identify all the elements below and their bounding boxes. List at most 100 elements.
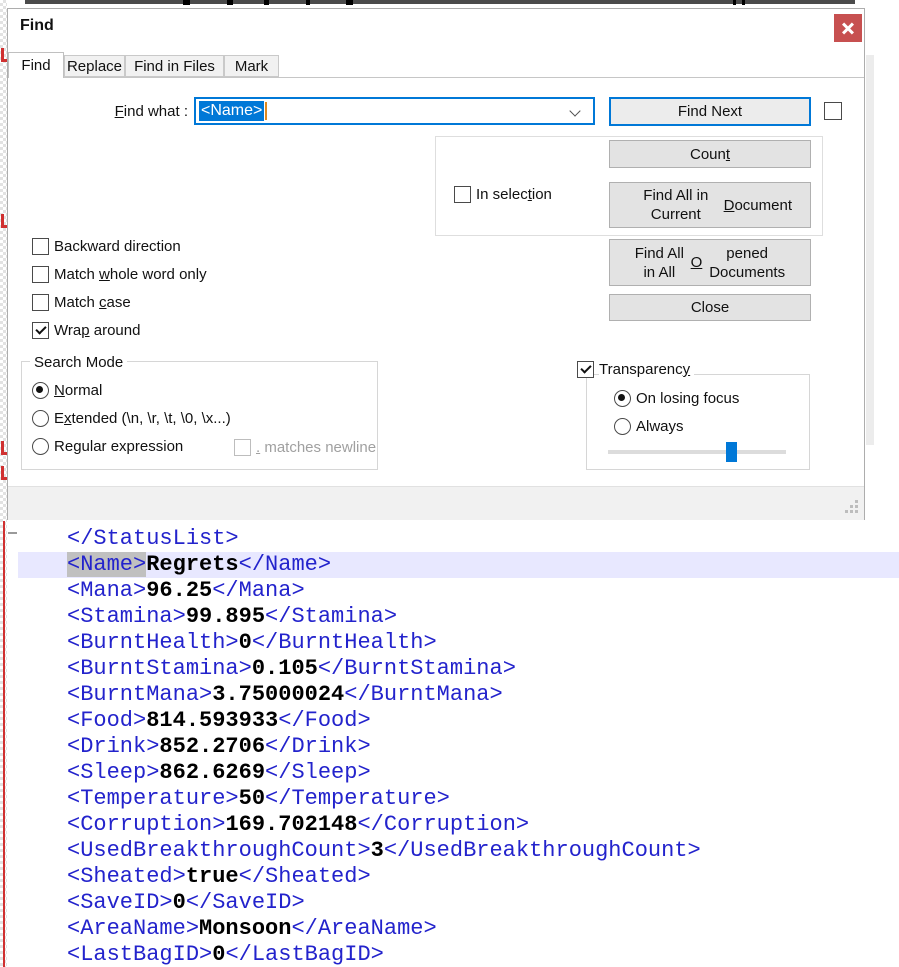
editor-line[interactable]: <BurntHealth>0</BurntHealth> (18, 630, 899, 656)
radio-circle (32, 382, 49, 399)
tab-find[interactable]: Find (8, 52, 64, 78)
screen: r> ;NQ </StatusList><Name>Regrets</Name>… (0, 0, 899, 967)
xml-tag: <Food> (67, 708, 147, 733)
editor-line[interactable]: <BurntStamina>0.105</BurntStamina> (18, 656, 899, 682)
search-mode-regular[interactable]: Regular expression (32, 438, 183, 460)
editor-line[interactable]: <Name>Regrets</Name> (18, 552, 899, 578)
editor-line[interactable]: <Corruption>169.702148</Corruption> (18, 812, 899, 838)
background-glyph (346, 0, 353, 5)
editor-lines: </StatusList> <Name>Regrets</Name> <Mana>9… (18, 526, 899, 967)
tab-replace[interactable]: Replace (64, 55, 125, 77)
matches-newline-checkbox[interactable]: . matches newline (234, 439, 376, 461)
search-mode-normal[interactable]: Normal (32, 382, 102, 404)
text-caret (265, 102, 268, 120)
xml-value: 0.105 (251, 656, 318, 681)
checkbox-box (454, 186, 471, 203)
find-what-combobox[interactable]: <Name> (194, 97, 595, 125)
xml-tag: <Drink> (67, 734, 160, 759)
xml-tag: </Sheated> (238, 864, 371, 889)
xml-tag: <Name> (67, 552, 147, 577)
find-dialog: Find Find Replace Find in Files Mark Find w… (7, 8, 865, 520)
checkbox-label: Wrap around (54, 322, 141, 339)
editor-line[interactable]: <UsedBreakthroughCount>3</UsedBreakthrou… (18, 838, 899, 864)
xml-tag: </SaveID> (185, 890, 305, 915)
editor-line[interactable]: <LastBagID>0</LastBagID> (18, 942, 899, 967)
xml-tag: <UsedBreakthroughCount> (67, 838, 371, 863)
editor-line[interactable]: <BurntMana>3.75000024</BurntMana> (18, 682, 899, 708)
editor-line[interactable]: <AreaName>Monsoon</AreaName> (18, 916, 899, 942)
xml-tag: </BurntHealth> (251, 630, 437, 655)
checkbox-label: . matches newline (256, 439, 377, 456)
xml-tag: </BurntMana> (344, 682, 503, 707)
xml-tag: <LastBagID> (67, 942, 213, 967)
xml-tag: <Sheated> (67, 864, 186, 889)
close-button[interactable] (834, 14, 862, 42)
xml-value: Monsoon (199, 916, 292, 941)
xml-value: 862.6269 (159, 760, 266, 785)
xml-tag: <Corruption> (67, 812, 226, 837)
xml-tag: <Temperature> (67, 786, 239, 811)
transparency-always[interactable]: Always (614, 418, 684, 440)
xml-tag: </Temperature> (265, 786, 450, 811)
option-backward-direction[interactable]: Backward direction (32, 238, 181, 260)
editor-line[interactable]: <Sheated>true</Sheated> (18, 864, 899, 890)
option-match-case[interactable]: Match case (32, 294, 131, 316)
transparency-slider-thumb[interactable] (725, 442, 737, 462)
red-annotation-line (3, 521, 5, 967)
find-all-opened-button[interactable]: Find All in All Opened Documents (609, 239, 811, 286)
combobox-selected-text: <Name> (199, 101, 265, 121)
editor-line[interactable]: </StatusList> (18, 526, 899, 552)
chevron-down-icon[interactable] (569, 105, 581, 117)
xml-tag: </Stamina> (265, 604, 398, 629)
xml-value: true (185, 864, 239, 889)
dialog-footer (8, 486, 864, 520)
radio-circle (32, 410, 49, 427)
resize-grip-icon[interactable] (855, 510, 858, 513)
checkbox-box (32, 294, 49, 311)
option-match-whole-word-only[interactable]: Match whole word only (32, 266, 207, 288)
tab-mark[interactable]: Mark (224, 55, 279, 77)
editor-line[interactable]: <Drink>852.2706</Drink> (18, 734, 899, 760)
xml-tag: </AreaName> (291, 916, 437, 941)
option-wrap-around[interactable]: Wrap around (32, 322, 140, 344)
search-mode-extended[interactable]: Extended (\n, \r, \t, \0, \x...) (32, 410, 231, 432)
background-glyph (264, 0, 269, 5)
tab-find-in-files[interactable]: Find in Files (125, 55, 224, 77)
checkbox-box (32, 322, 49, 339)
count-button[interactable]: Coun t (609, 140, 811, 168)
unlabeled-checkbox[interactable] (824, 102, 842, 120)
editor-line[interactable]: <Food>814.593933</Food> (18, 708, 899, 734)
checkbox-label: Match whole word only (54, 266, 207, 283)
fold-margin-marker[interactable] (8, 532, 17, 534)
xml-value: 3.75000024 (212, 682, 345, 707)
background-glyph (183, 0, 190, 5)
find-next-button[interactable]: Find Next (609, 97, 811, 126)
xml-value: 0 (212, 942, 226, 967)
editor-line[interactable]: <Temperature>50</Temperature> (18, 786, 899, 812)
radio-circle (614, 418, 631, 435)
editor-line[interactable]: <SaveID>0</SaveID> (18, 890, 899, 916)
transparency-on-losing-focus[interactable]: On losing focus (614, 390, 739, 412)
checkbox-label: Backward direction (54, 238, 181, 255)
editor-line[interactable]: <Sleep>862.6269</Sleep> (18, 760, 899, 786)
radio-label: On losing focus (636, 390, 740, 407)
editor-line[interactable]: <Mana>96.25</Mana> (18, 578, 899, 604)
editor-line[interactable]: <Stamina>99.895</Stamina> (18, 604, 899, 630)
transparency-checkbox[interactable]: Transparency (577, 361, 695, 383)
xml-tag: </StatusList> (67, 526, 239, 551)
radio-label: Regular expression (54, 438, 184, 455)
close-dialog-button[interactable]: Close (609, 294, 811, 321)
checkbox-label: Transparency (599, 361, 695, 378)
radio-circle (614, 390, 631, 407)
xml-tag: <AreaName> (67, 916, 200, 941)
xml-value: 99.895 (185, 604, 266, 629)
checkbox-label: Match case (54, 294, 131, 311)
xml-tag: </Food> (278, 708, 371, 733)
tab-strip-divider (8, 77, 864, 78)
xml-value: Regrets (146, 552, 239, 577)
xml-value: 50 (238, 786, 266, 811)
in-selection-checkbox[interactable]: In selection (454, 186, 552, 208)
find-all-current-button[interactable]: Find All in Current Document (609, 182, 811, 228)
xml-tag: <Sleep> (67, 760, 160, 785)
transparency-slider-track[interactable] (608, 450, 786, 454)
